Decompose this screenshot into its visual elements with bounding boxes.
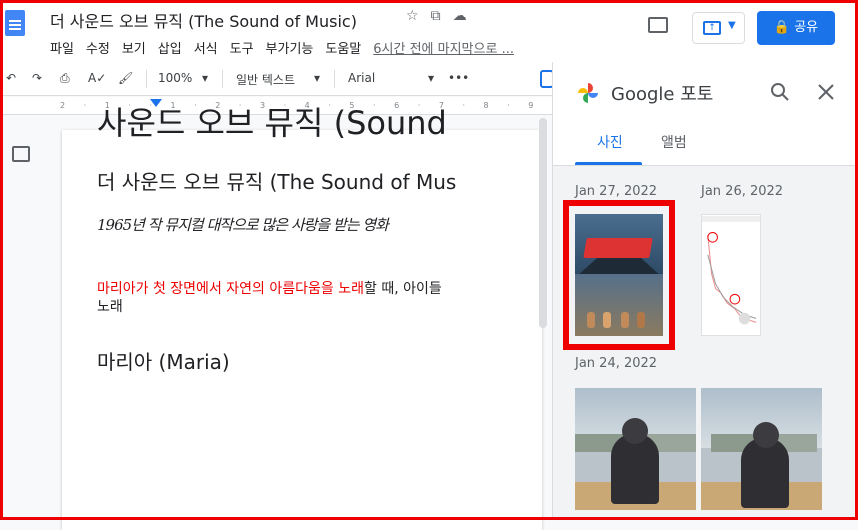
undo-icon[interactable]: ↶ [6, 71, 16, 85]
tab-albums[interactable]: 앨범 [661, 132, 687, 152]
last-edit-link[interactable]: 6시간 전에 마지막으로 ... [373, 38, 514, 57]
menu-insert[interactable]: 삽입 [158, 38, 182, 57]
close-icon[interactable] [816, 82, 836, 102]
date-header: Jan 26, 2022 [701, 184, 784, 199]
black-text: 할 때, 아이들 [363, 281, 442, 297]
selection-highlight [563, 200, 675, 350]
more-icon[interactable]: ••• [448, 71, 469, 85]
star-icon[interactable]: ☆ [406, 8, 419, 24]
menu-bar: 파일 수정 보기 삽입 서식 도구 부가기능 도움말 6시간 전에 마지막으로 … [50, 38, 514, 57]
menu-tools[interactable]: 도구 [230, 38, 254, 57]
heading-1: 사운드 오브 뮤직 (Sound [97, 104, 447, 142]
menu-view[interactable]: 보기 [122, 38, 146, 57]
google-photos-icon [578, 83, 598, 103]
present-icon: ↑ [703, 21, 721, 35]
heading-maria: 마리아 (Maria) [97, 350, 230, 374]
formatting-toolbar: ↶ ↷ ⎙ A✓ 🖌 100% ▾ 일반 텍스트 ▾ Arial ▾ ••• [0, 62, 552, 96]
chevron-down-icon[interactable]: ▾ [314, 71, 320, 85]
lock-icon: 🔒 [773, 20, 791, 35]
docs-header: 더 사운드 오브 뮤직 (The Sound of Music) ☆ ⧉ ☁ 파… [0, 0, 858, 62]
spellcheck-icon[interactable]: A✓ [88, 71, 106, 85]
paint-format-icon[interactable]: 🖌 [118, 71, 133, 85]
print-icon[interactable]: ⎙ [60, 71, 70, 86]
share-button[interactable]: 🔒 공유 [757, 11, 835, 45]
heading-2: 더 사운드 오브 뮤직 (The Sound of Mus [97, 170, 457, 194]
search-icon[interactable] [770, 82, 790, 102]
chevron-down-icon[interactable]: ▾ [428, 71, 434, 85]
menu-format[interactable]: 서식 [194, 38, 218, 57]
present-button[interactable]: ↑ ▼ [692, 12, 745, 44]
date-header: Jan 24, 2022 [575, 356, 658, 371]
document-scrollbar[interactable] [539, 118, 547, 328]
redo-icon[interactable]: ↷ [32, 71, 42, 85]
photo-thumbnail-office-2[interactable] [701, 388, 822, 510]
tab-photos[interactable]: 사진 [597, 132, 623, 152]
document-title[interactable]: 더 사운드 오브 뮤직 (The Sound of Music) [50, 8, 357, 32]
handwritten-subtitle: 1965년 작 뮤지컬 대작으로 많은 사랑을 받는 영화 [97, 216, 389, 234]
photo-thumbnail-office-1[interactable] [575, 388, 696, 510]
font-select[interactable]: Arial [348, 71, 375, 85]
menu-edit[interactable]: 수정 [86, 38, 110, 57]
menu-file[interactable]: 파일 [50, 38, 74, 57]
paragraph-line-2: 노래 [97, 299, 123, 315]
photo-thumbnail-graph[interactable] [701, 214, 761, 336]
move-folder-icon[interactable]: ⧉ [431, 8, 441, 24]
outline-icon[interactable] [12, 146, 30, 162]
menu-help[interactable]: 도움말 [325, 38, 361, 57]
zoom-select[interactable]: 100% [158, 71, 192, 85]
share-label: 공유 [794, 20, 819, 35]
menu-addons[interactable]: 부가기능 [266, 38, 314, 57]
paragraph: 마리아가 첫 장면에서 자연의 아름다움을 노래할 때, 아이들 노래 [97, 280, 537, 316]
panel-title: Google 포토 [611, 84, 714, 105]
comment-history-icon[interactable] [648, 17, 668, 33]
red-text: 마리아가 첫 장면에서 자연의 아름다움을 노래 [97, 281, 364, 297]
title-actions: ☆ ⧉ ☁ [406, 8, 467, 24]
style-select[interactable]: 일반 텍스트 [236, 71, 295, 88]
date-header: Jan 27, 2022 [575, 184, 658, 199]
google-photos-panel: Google 포토 사진 앨범 Jan 27, 2022 Jan 26, 202… [552, 62, 858, 520]
chevron-down-icon[interactable]: ▾ [202, 71, 208, 85]
chevron-down-icon: ▼ [728, 20, 736, 31]
docs-logo-icon[interactable] [5, 10, 25, 36]
cloud-status-icon[interactable]: ☁ [453, 8, 467, 24]
